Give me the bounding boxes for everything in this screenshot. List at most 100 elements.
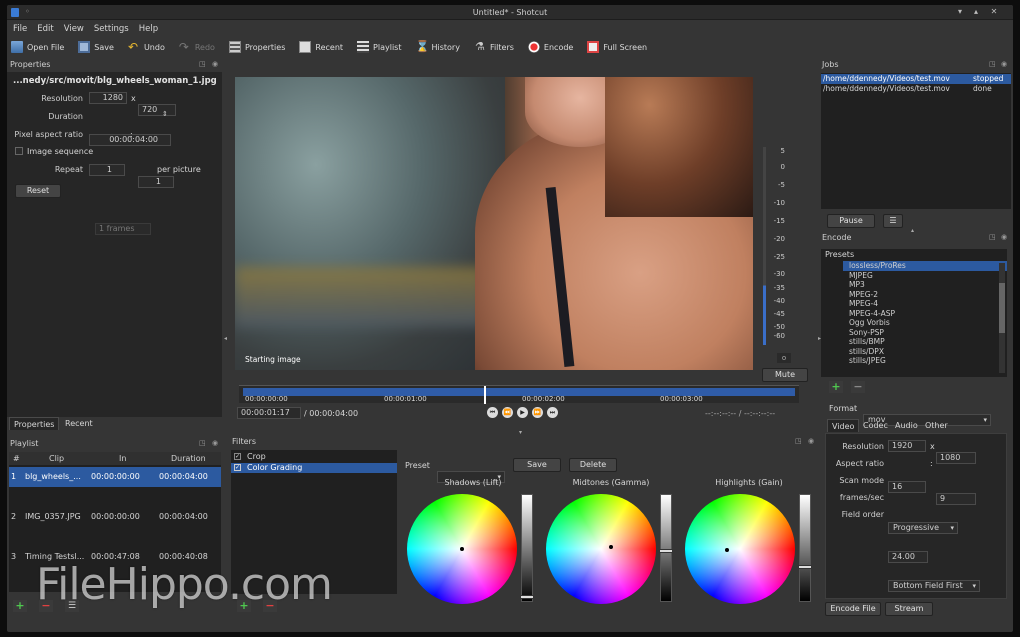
enc-aspect-den-input[interactable]: 9 [936, 493, 976, 505]
midtones-wheel-marker[interactable] [609, 545, 613, 549]
open-file-button[interactable]: Open File [11, 41, 64, 53]
playhead[interactable] [484, 386, 486, 404]
list-item[interactable]: MJPEG [821, 271, 1007, 281]
col-number[interactable]: # [13, 452, 20, 465]
list-item[interactable]: stills/BMP [821, 337, 1007, 347]
repeat-input[interactable]: 1 frames [95, 223, 151, 235]
enc-aspect-num-input[interactable]: 16 [888, 481, 926, 493]
menu-file[interactable]: File [13, 21, 27, 37]
splitter-handle[interactable]: ◂ [224, 335, 227, 342]
video-viewer[interactable]: Starting image [235, 77, 753, 370]
field-order-select[interactable]: Bottom Field First [888, 580, 980, 592]
fast-forward-icon[interactable]: ⏩ [532, 407, 543, 418]
skip-next-icon[interactable]: ⏭ [547, 407, 558, 418]
tab-recent[interactable]: Recent [61, 417, 97, 430]
list-item[interactable]: lossless/ProRes [843, 261, 1007, 271]
menu-edit[interactable]: Edit [37, 21, 53, 37]
rewind-icon[interactable]: ⏪ [502, 407, 513, 418]
tab-audio[interactable]: Audio [891, 419, 922, 432]
splitter-handle[interactable]: ▴ [911, 227, 914, 234]
maximize-icon[interactable]: ▴ [971, 7, 981, 17]
midtones-wheel[interactable] [546, 494, 656, 604]
redo-button[interactable]: ↷ Redo [179, 41, 215, 53]
encode-file-button[interactable]: Encode File [825, 602, 881, 616]
minimize-icon[interactable]: ▾ [955, 7, 965, 17]
filters-button[interactable]: ⚗ Filters [474, 41, 514, 53]
list-item[interactable]: /home/ddennedy/Videos/test.mov stopped [821, 74, 1011, 84]
close-icon[interactable]: ✕ [989, 7, 999, 17]
col-in[interactable]: In [119, 452, 126, 465]
preset-add-icon[interactable]: + [829, 381, 843, 393]
list-item[interactable]: Ogg Vorbis [821, 318, 1007, 328]
tab-codec[interactable]: Codec [859, 419, 892, 432]
table-row[interactable]: 2 IMG_0357.JPG 00:00:00:00 00:00:04:00 [9, 507, 221, 527]
playlist-add-icon[interactable]: + [13, 600, 27, 612]
shadows-slider-handle[interactable] [520, 595, 534, 599]
col-clip[interactable]: Clip [49, 452, 64, 465]
midtones-slider[interactable] [659, 494, 673, 602]
highlights-wheel-marker[interactable] [725, 548, 729, 552]
list-item[interactable]: MPEG-2 [821, 290, 1007, 300]
tab-properties[interactable]: Properties [9, 417, 60, 430]
list-item[interactable]: MPEG-4 [821, 299, 1007, 309]
highlights-slider[interactable] [798, 494, 812, 602]
list-item[interactable]: Sony-PSP [821, 328, 1007, 338]
preset-delete-button[interactable]: Delete [569, 458, 617, 472]
skip-previous-icon[interactable]: ⏮ [487, 407, 498, 418]
pixel-aspect-den-input[interactable]: 1 [138, 176, 174, 188]
col-duration[interactable]: Duration [171, 452, 206, 465]
splitter-handle[interactable]: ▾ [519, 429, 522, 436]
current-time-input[interactable]: 00:00:01:17 [237, 407, 301, 419]
duration-spin-icon[interactable]: ⇕ [162, 110, 168, 118]
time-ruler[interactable]: 00:00:00:00 00:00:01:00 00:00:02:00 00:0… [239, 385, 799, 404]
encode-button[interactable]: Encode [527, 41, 573, 53]
list-item[interactable]: /home/ddennedy/Videos/test.mov done [821, 84, 1011, 94]
mute-button[interactable]: Mute [762, 368, 808, 382]
jobs-menu-button[interactable]: ☰ [883, 214, 903, 228]
splitter-handle[interactable]: ▸ [818, 335, 821, 342]
reset-button[interactable]: Reset [15, 184, 61, 198]
midtones-slider-handle[interactable] [659, 549, 673, 553]
save-button[interactable]: Save [78, 41, 114, 53]
preset-remove-icon[interactable]: − [851, 381, 865, 393]
color-grading-checkbox[interactable]: ✓ [234, 464, 241, 471]
image-sequence-checkbox[interactable] [15, 147, 23, 155]
full-screen-button[interactable]: Full Screen [587, 41, 647, 53]
play-icon[interactable]: ▶ [517, 407, 528, 418]
encode-float-icon[interactable]: ◳ [989, 233, 996, 241]
enc-res-height-input[interactable]: 1080 [936, 452, 976, 464]
list-item[interactable]: MPEG-4-ASP [821, 309, 1007, 319]
highlights-wheel[interactable] [685, 494, 795, 604]
playlist-button[interactable]: Playlist [357, 41, 401, 53]
undo-button[interactable]: ↶ Undo [128, 41, 165, 53]
list-item[interactable]: ✓ Color Grading [231, 463, 397, 473]
highlights-slider-handle[interactable] [798, 565, 812, 569]
list-item[interactable]: stills/DPX [821, 347, 1007, 357]
recent-button[interactable]: Recent [299, 41, 343, 53]
stream-button[interactable]: Stream [885, 602, 933, 616]
tab-video[interactable]: Video [827, 419, 860, 432]
menu-view[interactable]: View [64, 21, 84, 37]
menu-help[interactable]: Help [139, 21, 158, 37]
pause-button[interactable]: Pause [827, 214, 875, 228]
pixel-aspect-num-input[interactable]: 1 [89, 164, 125, 176]
meter-reset-button[interactable]: o [777, 353, 791, 363]
properties-button[interactable]: Properties [228, 41, 285, 53]
resolution-height-input[interactable]: 720 [138, 104, 176, 116]
encode-close-icon[interactable]: ◉ [1001, 233, 1007, 241]
tab-other[interactable]: Other [921, 419, 952, 432]
resolution-width-input[interactable]: 1280 [89, 92, 127, 104]
presets-scrollbar[interactable] [999, 263, 1005, 373]
shadows-wheel[interactable] [407, 494, 517, 604]
shadows-slider[interactable] [520, 494, 534, 602]
history-button[interactable]: ⌛ History [415, 41, 459, 53]
list-item[interactable]: MP3 [821, 280, 1007, 290]
jobs-float-icon[interactable]: ◳ [989, 60, 996, 68]
list-item[interactable]: ✓ Crop [231, 452, 397, 462]
crop-checkbox[interactable]: ✓ [234, 453, 241, 460]
table-row[interactable]: 1 blg_wheels_... 00:00:00:00 00:00:04:00 [9, 467, 221, 487]
playlist-close-icon[interactable]: ◉ [212, 439, 218, 447]
shadows-wheel-marker[interactable] [460, 547, 464, 551]
dock-float-icon[interactable]: ◳ [199, 60, 206, 68]
jobs-close-icon[interactable]: ◉ [1001, 60, 1007, 68]
